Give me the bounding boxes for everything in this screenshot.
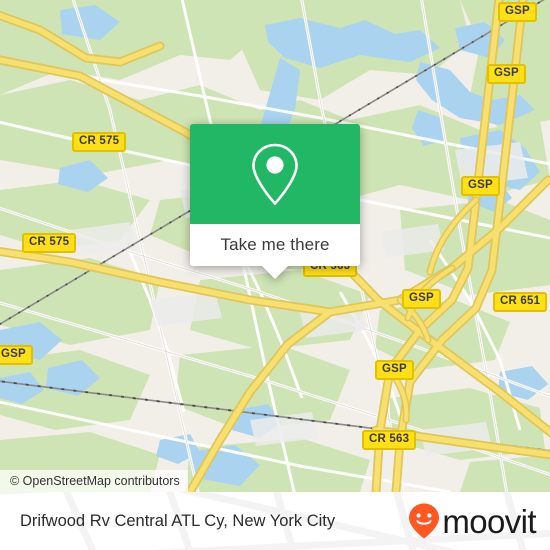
card-image-area — [190, 124, 360, 224]
road-shield-cr-651: CR 651 — [493, 292, 548, 313]
moovit-logo: moovit — [407, 502, 537, 540]
road-shield-cr-575: CR 575 — [22, 233, 77, 254]
take-me-there-button[interactable]: Take me there — [190, 224, 360, 266]
moovit-map-page: GSP GSP CR 575 GSP CR 575 CR 563 GSP CR 651 GSP G… — [0, 0, 550, 550]
road-shield-cr-575: CR 575 — [72, 132, 127, 153]
page-footer: Drifwood Rv Central ATL Cy, New York Cit… — [0, 492, 550, 550]
road-shield-gsp: GSP — [0, 345, 33, 366]
take-me-there-card[interactable]: Take me there — [190, 124, 360, 279]
moovit-wordmark: moovit — [442, 502, 536, 540]
road-shield-gsp: GSP — [402, 289, 441, 310]
road-shield-gsp: GSP — [498, 2, 537, 23]
place-name: Drifwood Rv Central ATL Cy, New York Cit… — [20, 511, 336, 530]
road-shield-gsp: GSP — [375, 360, 414, 381]
road-shield-gsp: GSP — [487, 64, 526, 85]
road-shield-cr-563: CR 563 — [362, 430, 417, 451]
road-shield-gsp: GSP — [461, 176, 500, 197]
card-pointer-tail — [262, 266, 288, 279]
moovit-pin-icon — [409, 503, 440, 539]
osm-attribution[interactable]: © OpenStreetMap contributors — [0, 470, 188, 492]
map-pin-icon — [252, 143, 298, 205]
